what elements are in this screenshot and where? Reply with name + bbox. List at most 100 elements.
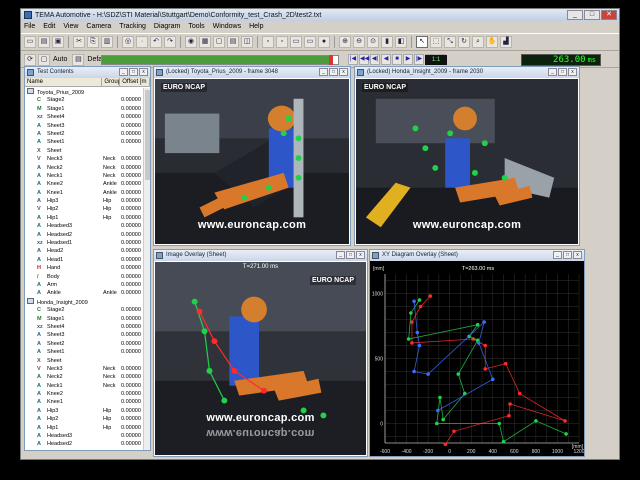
layout-2-icon[interactable]: ▫ bbox=[276, 36, 288, 48]
menu-windows[interactable]: Windows bbox=[213, 23, 241, 30]
prius-close-button[interactable]: x bbox=[339, 68, 348, 76]
tree-group-row[interactable]: Honda_Insight_2009 bbox=[25, 297, 150, 306]
tree-row[interactable]: A Neck2 Neck 0.00000 bbox=[25, 373, 150, 381]
data-point[interactable] bbox=[406, 337, 411, 341]
data-point[interactable] bbox=[503, 361, 508, 366]
auto-checkbox[interactable]: ▢ bbox=[38, 53, 50, 66]
data-point[interactable] bbox=[483, 343, 488, 348]
paste-icon[interactable]: ▥ bbox=[101, 36, 113, 48]
tree-row[interactable]: A Headsed3 0.00000 bbox=[25, 432, 150, 440]
data-point[interactable] bbox=[564, 432, 568, 436]
tree-row[interactable]: A Hip1 Hip 0.00000 bbox=[25, 214, 150, 222]
data-point[interactable] bbox=[412, 299, 416, 304]
column-offset[interactable]: Offset [m bbox=[120, 78, 150, 86]
data-point[interactable] bbox=[476, 341, 481, 345]
save-icon[interactable]: ▣ bbox=[52, 36, 64, 48]
chart-bars-icon[interactable]: ▟ bbox=[500, 36, 512, 48]
tree-row[interactable]: A Neck1 Neck 0.00000 bbox=[25, 172, 150, 180]
timeline-marker[interactable] bbox=[328, 55, 333, 65]
data-point[interactable] bbox=[441, 417, 445, 422]
tree-row[interactable]: xz Sheet4 0.00000 bbox=[25, 113, 150, 121]
close-button[interactable]: ✕ bbox=[601, 10, 617, 20]
tree-row[interactable]: M Stage1 0.00000 bbox=[25, 105, 150, 113]
refresh-icon[interactable]: ⟳ bbox=[24, 53, 36, 66]
data-point[interactable] bbox=[415, 330, 420, 335]
lock-icon[interactable]: ▢ bbox=[213, 36, 225, 48]
layout-4-icon[interactable]: ▭ bbox=[304, 36, 316, 48]
data-point[interactable] bbox=[483, 367, 488, 371]
data-point[interactable] bbox=[501, 439, 506, 444]
overlay-minimize-button[interactable]: _ bbox=[336, 251, 345, 259]
panel-minimize-button[interactable]: _ bbox=[119, 68, 128, 76]
tree-row[interactable]: A Hip2 Hip 0.00000 bbox=[25, 415, 150, 423]
data-point[interactable] bbox=[475, 322, 480, 327]
copy-icon[interactable]: ⎘ bbox=[87, 36, 99, 48]
rewind-icon[interactable]: ◀◀ bbox=[359, 54, 369, 65]
diagram-icon[interactable]: ◫ bbox=[241, 36, 253, 48]
select-area-icon[interactable]: ⬚ bbox=[430, 36, 442, 48]
tree-row[interactable]: X Sheet bbox=[25, 147, 150, 155]
grid-icon[interactable]: ▦ bbox=[199, 36, 211, 48]
tree-row[interactable]: X Sheet bbox=[25, 357, 150, 365]
tree-row[interactable]: A Sheet3 0.00000 bbox=[25, 331, 150, 339]
open-folder-icon[interactable]: ▤ bbox=[38, 36, 50, 48]
data-point[interactable] bbox=[443, 442, 448, 447]
tree-row[interactable]: A Neck1 Neck 0.00000 bbox=[25, 382, 150, 390]
honda-close-button[interactable]: x bbox=[568, 68, 577, 76]
step-back-icon[interactable]: ◀| bbox=[370, 54, 380, 65]
menu-edit[interactable]: Edit bbox=[43, 23, 55, 30]
panel-close-button[interactable]: x bbox=[139, 68, 148, 76]
data-point[interactable] bbox=[417, 343, 422, 348]
tree-row[interactable]: xz Headsed1 0.00000 bbox=[25, 239, 150, 247]
stop-icon[interactable]: ● bbox=[318, 36, 330, 48]
tree-row[interactable]: A Sheet2 0.00000 bbox=[25, 130, 150, 138]
data-point[interactable] bbox=[507, 413, 511, 418]
tree-row[interactable]: A Headsed3 0.00000 bbox=[25, 222, 150, 230]
cut-icon[interactable]: ✂ bbox=[73, 36, 85, 48]
honda-video-frame[interactable]: EURO NCAP www.euroncap.com bbox=[356, 79, 578, 244]
tracking-icon[interactable]: ◎ bbox=[122, 36, 134, 48]
xy-minimize-button[interactable]: _ bbox=[553, 251, 562, 259]
timeline-slider[interactable] bbox=[101, 55, 339, 65]
data-point[interactable] bbox=[517, 391, 522, 396]
tree-row[interactable]: A Sheet1 0.00000 bbox=[25, 348, 150, 356]
minimize-button[interactable]: _ bbox=[567, 10, 583, 20]
data-point[interactable] bbox=[497, 421, 502, 426]
measure-icon[interactable]: ⤡ bbox=[444, 36, 456, 48]
first-frame-icon[interactable]: |◀ bbox=[348, 54, 358, 65]
overlay-maximize-button[interactable]: □ bbox=[346, 251, 355, 259]
new-file-icon[interactable]: ▭ bbox=[24, 36, 36, 48]
xy-maximize-button[interactable]: □ bbox=[563, 251, 572, 259]
data-point[interactable] bbox=[417, 298, 422, 302]
overlay-video-frame[interactable]: T=271.00 ms EURO NCAP www.euroncap.com w… bbox=[155, 262, 366, 455]
xy-close-button[interactable]: x bbox=[573, 251, 582, 259]
rotate-icon[interactable]: ↻ bbox=[458, 36, 470, 48]
prius-maximize-button[interactable]: □ bbox=[329, 68, 338, 76]
stop-icon[interactable]: ■ bbox=[392, 54, 402, 65]
honda-minimize-button[interactable]: _ bbox=[548, 68, 557, 76]
tree-row[interactable]: M Stage1 0.00000 bbox=[25, 315, 150, 323]
data-point[interactable] bbox=[490, 377, 495, 382]
column-group[interactable]: Group bbox=[102, 78, 121, 86]
data-point[interactable] bbox=[452, 429, 456, 434]
tree-row[interactable]: A Headsed2 0.00000 bbox=[25, 231, 150, 239]
tree-row[interactable]: A Arm 0.00000 bbox=[25, 281, 150, 289]
menu-diagram[interactable]: Diagram bbox=[154, 23, 180, 30]
layout-3-icon[interactable]: ▭ bbox=[290, 36, 302, 48]
tree-row[interactable]: C Stage2 0.00000 bbox=[25, 306, 150, 314]
data-point[interactable] bbox=[410, 341, 414, 345]
panel-maximize-button[interactable]: □ bbox=[129, 68, 138, 76]
tree-row[interactable]: A Sheet3 0.00000 bbox=[25, 122, 150, 130]
zoom-out-icon[interactable]: ⊖ bbox=[353, 36, 365, 48]
tree-row[interactable]: A Ankle Ankle 0.00000 bbox=[25, 289, 150, 297]
hand-icon[interactable]: ✋ bbox=[486, 36, 498, 48]
prius-video-frame[interactable]: EURO NCAP www.euroncap.com bbox=[155, 79, 349, 244]
data-point[interactable] bbox=[534, 419, 538, 423]
camera-icon[interactable]: ◉ bbox=[185, 36, 197, 48]
tree-scrollbar[interactable] bbox=[143, 88, 150, 450]
xy-plot-area[interactable]: -600 -400 -200 0 200 400 600 800 1000 1200 0 500 100… bbox=[371, 262, 584, 455]
data-point[interactable] bbox=[436, 408, 440, 413]
data-point[interactable] bbox=[482, 320, 486, 324]
overlay-icon[interactable]: ◧ bbox=[395, 36, 407, 48]
zoom-in-icon[interactable]: ⊕ bbox=[339, 36, 351, 48]
